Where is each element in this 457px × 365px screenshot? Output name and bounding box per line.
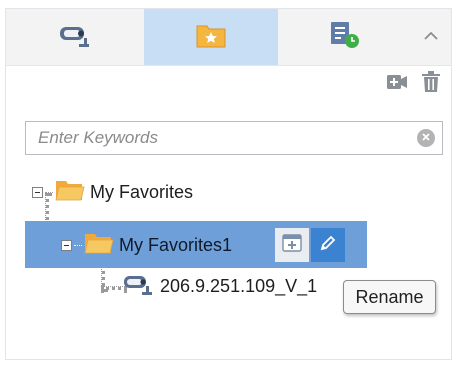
search-box	[25, 121, 443, 155]
chevron-up-icon	[423, 28, 439, 46]
add-group-icon	[282, 233, 302, 257]
tab-bar	[6, 9, 451, 66]
tree-node-label: 206.9.251.109_V_1	[160, 275, 318, 296]
add-to-group-button[interactable]	[275, 228, 309, 262]
tree-connector	[45, 191, 53, 193]
favorites-folder-icon	[195, 21, 227, 54]
collapse-toggle[interactable]	[61, 239, 72, 251]
add-camera-icon	[386, 73, 408, 96]
clear-search-button[interactable]	[417, 129, 435, 147]
search-input[interactable]	[26, 122, 406, 154]
collapse-toggle[interactable]	[32, 186, 43, 198]
resource-panel: My Favorites My Favorites1	[5, 8, 452, 360]
tab-camera[interactable]	[6, 9, 144, 65]
pencil-icon	[319, 234, 337, 257]
add-camera-button[interactable]	[385, 72, 409, 96]
tab-favorites[interactable]	[144, 9, 278, 65]
tree-node-label: My Favorites	[90, 181, 194, 202]
rename-button[interactable]	[311, 228, 345, 262]
trash-icon	[421, 70, 441, 98]
tab-record[interactable]	[278, 9, 411, 65]
delete-button[interactable]	[419, 70, 443, 98]
folder-icon	[55, 178, 85, 207]
record-schedule-icon	[328, 20, 362, 55]
tree-node-label: My Favorites1	[119, 234, 233, 255]
collapse-button[interactable]	[411, 9, 451, 65]
camera-icon	[57, 22, 93, 53]
tree-node-root[interactable]: My Favorites	[32, 177, 193, 207]
folder-icon	[84, 231, 114, 260]
tree-node-favorites1[interactable]: My Favorites1	[61, 230, 232, 260]
tree-node-camera[interactable]: 206.9.251.109_V_1	[122, 271, 317, 301]
rename-tooltip: Rename	[343, 280, 436, 314]
tree-toolbar	[351, 69, 451, 99]
close-icon	[421, 129, 431, 147]
tree-connector	[74, 244, 82, 246]
camera-icon	[122, 272, 156, 301]
